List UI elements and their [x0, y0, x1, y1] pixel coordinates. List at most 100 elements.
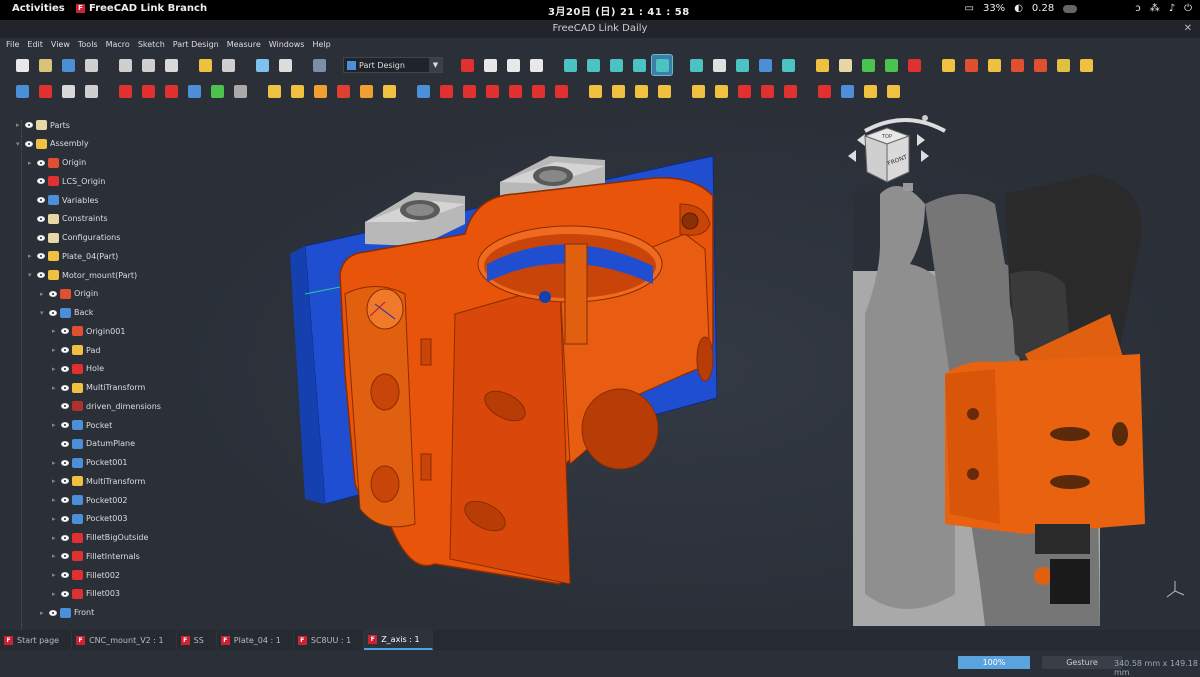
expand-toggle-icon[interactable]: ▸: [52, 515, 58, 523]
reference-photo[interactable]: [853, 174, 1145, 626]
subtractive-loft-button[interactable]: [482, 81, 502, 101]
expand-toggle-icon[interactable]: ▸: [40, 290, 46, 298]
additive-loft-button[interactable]: [310, 81, 330, 101]
subtractive-helix-button[interactable]: [528, 81, 548, 101]
create-sketch-button[interactable]: [35, 81, 55, 101]
visibility-eye-icon[interactable]: [61, 328, 69, 335]
visibility-eye-icon[interactable]: [61, 515, 69, 522]
visibility-eye-icon[interactable]: [61, 422, 69, 428]
fillet-button[interactable]: [688, 81, 708, 101]
expand-toggle-icon[interactable]: ▾: [40, 309, 46, 317]
visibility-eye-icon[interactable]: [25, 122, 33, 128]
new-document-button[interactable]: [12, 55, 32, 75]
nav-forward-button[interactable]: [709, 55, 729, 75]
expand-toggle-icon[interactable]: ▸: [16, 121, 22, 129]
tree-item-multitransform[interactable]: ▸ MultiTransform: [52, 379, 145, 397]
tree-item-pocket002[interactable]: ▸ Pocket002: [52, 491, 128, 509]
visibility-eye-icon[interactable]: [61, 384, 69, 391]
macro-stop-button[interactable]: [480, 55, 500, 75]
clone-button[interactable]: [230, 81, 250, 101]
macro-edit-button[interactable]: [503, 55, 523, 75]
assembly-bom-button[interactable]: [1076, 55, 1096, 75]
visibility-eye-icon[interactable]: [61, 347, 69, 353]
tree-item-parts[interactable]: ▸ Parts: [16, 116, 70, 134]
groove-button[interactable]: [459, 81, 479, 101]
menu-part-design[interactable]: Part Design: [173, 38, 219, 52]
redo-button[interactable]: [218, 55, 238, 75]
zoom-level[interactable]: 100%: [958, 656, 1030, 669]
sprocket-button[interactable]: [814, 81, 834, 101]
view-measure-button[interactable]: [755, 55, 775, 75]
visibility-eye-icon[interactable]: [61, 478, 69, 485]
tree-item-datumplane[interactable]: DatumPlane: [52, 435, 135, 453]
document-tab[interactable]: F Z_axis : 1: [364, 630, 433, 650]
tree-item-variables[interactable]: Variables: [28, 191, 99, 209]
copy-button[interactable]: [138, 55, 158, 75]
visibility-eye-icon[interactable]: [49, 309, 57, 316]
menu-edit[interactable]: Edit: [27, 38, 43, 52]
create-body-button[interactable]: [12, 81, 32, 101]
measure-ruler-button[interactable]: [778, 55, 798, 75]
expand-toggle-icon[interactable]: ▸: [52, 346, 58, 354]
document-tab[interactable]: F Plate_04 : 1: [217, 630, 294, 650]
subtractive-box-button[interactable]: [551, 81, 571, 101]
pad-button[interactable]: [264, 81, 284, 101]
indicator-icon[interactable]: ↄ: [1135, 3, 1141, 14]
paste-button[interactable]: [161, 55, 181, 75]
sub-shape-binder-button[interactable]: [207, 81, 227, 101]
select-box-zoom-button[interactable]: [651, 54, 673, 76]
datum-lcs-button[interactable]: [161, 81, 181, 101]
tree-item-origin[interactable]: ▸ Origin: [28, 154, 86, 172]
menu-macro[interactable]: Macro: [106, 38, 130, 52]
part-create-button[interactable]: [812, 55, 832, 75]
document-tab[interactable]: F CNC_mount_V2 : 1: [72, 630, 177, 650]
open-document-button[interactable]: [35, 55, 55, 75]
tree-item-lcs-origin[interactable]: LCS_Origin: [28, 172, 105, 190]
expand-toggle-icon[interactable]: ▸: [52, 365, 58, 373]
visibility-eye-icon[interactable]: [61, 403, 69, 410]
recompute-button[interactable]: [275, 55, 295, 75]
draw-style-button[interactable]: [583, 55, 603, 75]
tree-item-pocket[interactable]: ▸ Pocket: [52, 416, 112, 434]
assembly-add-part-button[interactable]: [938, 55, 958, 75]
navigation-style-button[interactable]: Gesture: [1042, 656, 1122, 669]
tree-item-configurations[interactable]: Configurations: [28, 229, 120, 247]
visibility-eye-icon[interactable]: [61, 497, 69, 503]
visibility-eye-icon[interactable]: [37, 234, 45, 241]
power-icon[interactable]: ⏻: [1184, 3, 1192, 14]
expand-toggle-icon[interactable]: ▸: [52, 477, 58, 485]
multitransform-button[interactable]: [654, 81, 674, 101]
additive-helix-button[interactable]: [356, 81, 376, 101]
tree-item-pocket003[interactable]: ▸ Pocket003: [52, 510, 128, 528]
datum-point-button[interactable]: [115, 81, 135, 101]
assembly-export-button[interactable]: [1053, 55, 1073, 75]
menu-view[interactable]: View: [51, 38, 70, 52]
visibility-eye-icon[interactable]: [37, 159, 45, 166]
activities-button[interactable]: Activities: [12, 3, 65, 14]
assembly-solve-button[interactable]: [984, 55, 1004, 75]
axis-button[interactable]: [904, 55, 924, 75]
menu-file[interactable]: File: [6, 38, 19, 52]
nav-up-button[interactable]: [732, 55, 752, 75]
system-tray[interactable]: ▭ 33% ◐ 0.28 ↄ ⁂ ♪ ⏻: [965, 3, 1193, 14]
3d-viewport[interactable]: TOP FRONT: [165, 104, 1200, 630]
document-tab[interactable]: F SC8UU : 1: [294, 630, 365, 650]
tree-item-origin001[interactable]: ▸ Origin001: [52, 322, 125, 340]
sound-icon[interactable]: ♪: [1169, 3, 1175, 14]
pocket-button[interactable]: [413, 81, 433, 101]
expand-toggle-icon[interactable]: ▸: [52, 384, 58, 392]
boolean-button[interactable]: [780, 81, 800, 101]
visibility-eye-icon[interactable]: [37, 272, 45, 278]
datum-line-button[interactable]: [138, 81, 158, 101]
network-icon[interactable]: ⁂: [1150, 3, 1160, 14]
refresh-check-button[interactable]: [252, 55, 272, 75]
print-button[interactable]: [81, 55, 101, 75]
visibility-eye-icon[interactable]: [61, 440, 69, 447]
macro-record-button[interactable]: [457, 55, 477, 75]
expand-toggle-icon[interactable]: ▸: [52, 421, 58, 429]
visibility-eye-icon[interactable]: [61, 590, 69, 597]
tree-item-multitransform[interactable]: ▸ MultiTransform: [52, 472, 145, 490]
datum-plane-button[interactable]: [184, 81, 204, 101]
dropdown-toggle-icon[interactable]: [1063, 4, 1078, 13]
menu-measure[interactable]: Measure: [227, 38, 261, 52]
